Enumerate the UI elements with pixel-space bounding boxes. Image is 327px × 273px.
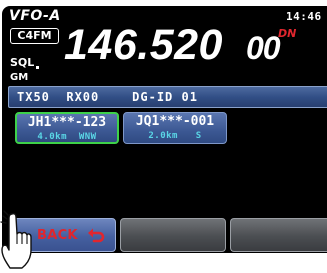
tx-rx-dgid-bar: TX50 RX00 DG-ID 01 — [8, 86, 327, 108]
mode-badge: C4FM — [10, 28, 59, 44]
station-card-1[interactable]: JH1***-123 4.0km WNW — [15, 112, 119, 144]
tap-hand-icon — [0, 210, 32, 269]
station-callsign: JQ1***-001 — [135, 114, 215, 129]
radio-display: VFO-A 14:46 C4FM 146.520 DN 00 SQL GM TX… — [2, 6, 327, 253]
frequency-sub: 00 — [246, 30, 281, 66]
tx-rx-dgid-text: TX50 RX00 DG-ID 01 — [17, 90, 198, 104]
dn-badge: DN — [278, 27, 297, 40]
station-distance-direction: 4.0km WNW — [37, 132, 97, 142]
frequency-main: 146.520 — [64, 21, 223, 69]
return-arrow-icon — [88, 228, 105, 243]
back-button-label: BACK — [37, 228, 78, 243]
gm-label: GM — [10, 72, 29, 83]
vfo-label: VFO-A — [9, 8, 61, 24]
station-callsign: JH1***-123 — [27, 115, 107, 130]
softkey-3[interactable] — [230, 218, 327, 252]
sql-label: SQL — [10, 56, 35, 69]
station-card-2[interactable]: JQ1***-001 2.0km S — [123, 112, 227, 144]
sql-level-indicator — [36, 66, 39, 69]
softkey-2[interactable] — [120, 218, 226, 252]
clock: 14:46 — [286, 10, 322, 23]
station-distance-direction: 2.0km S — [148, 131, 202, 141]
